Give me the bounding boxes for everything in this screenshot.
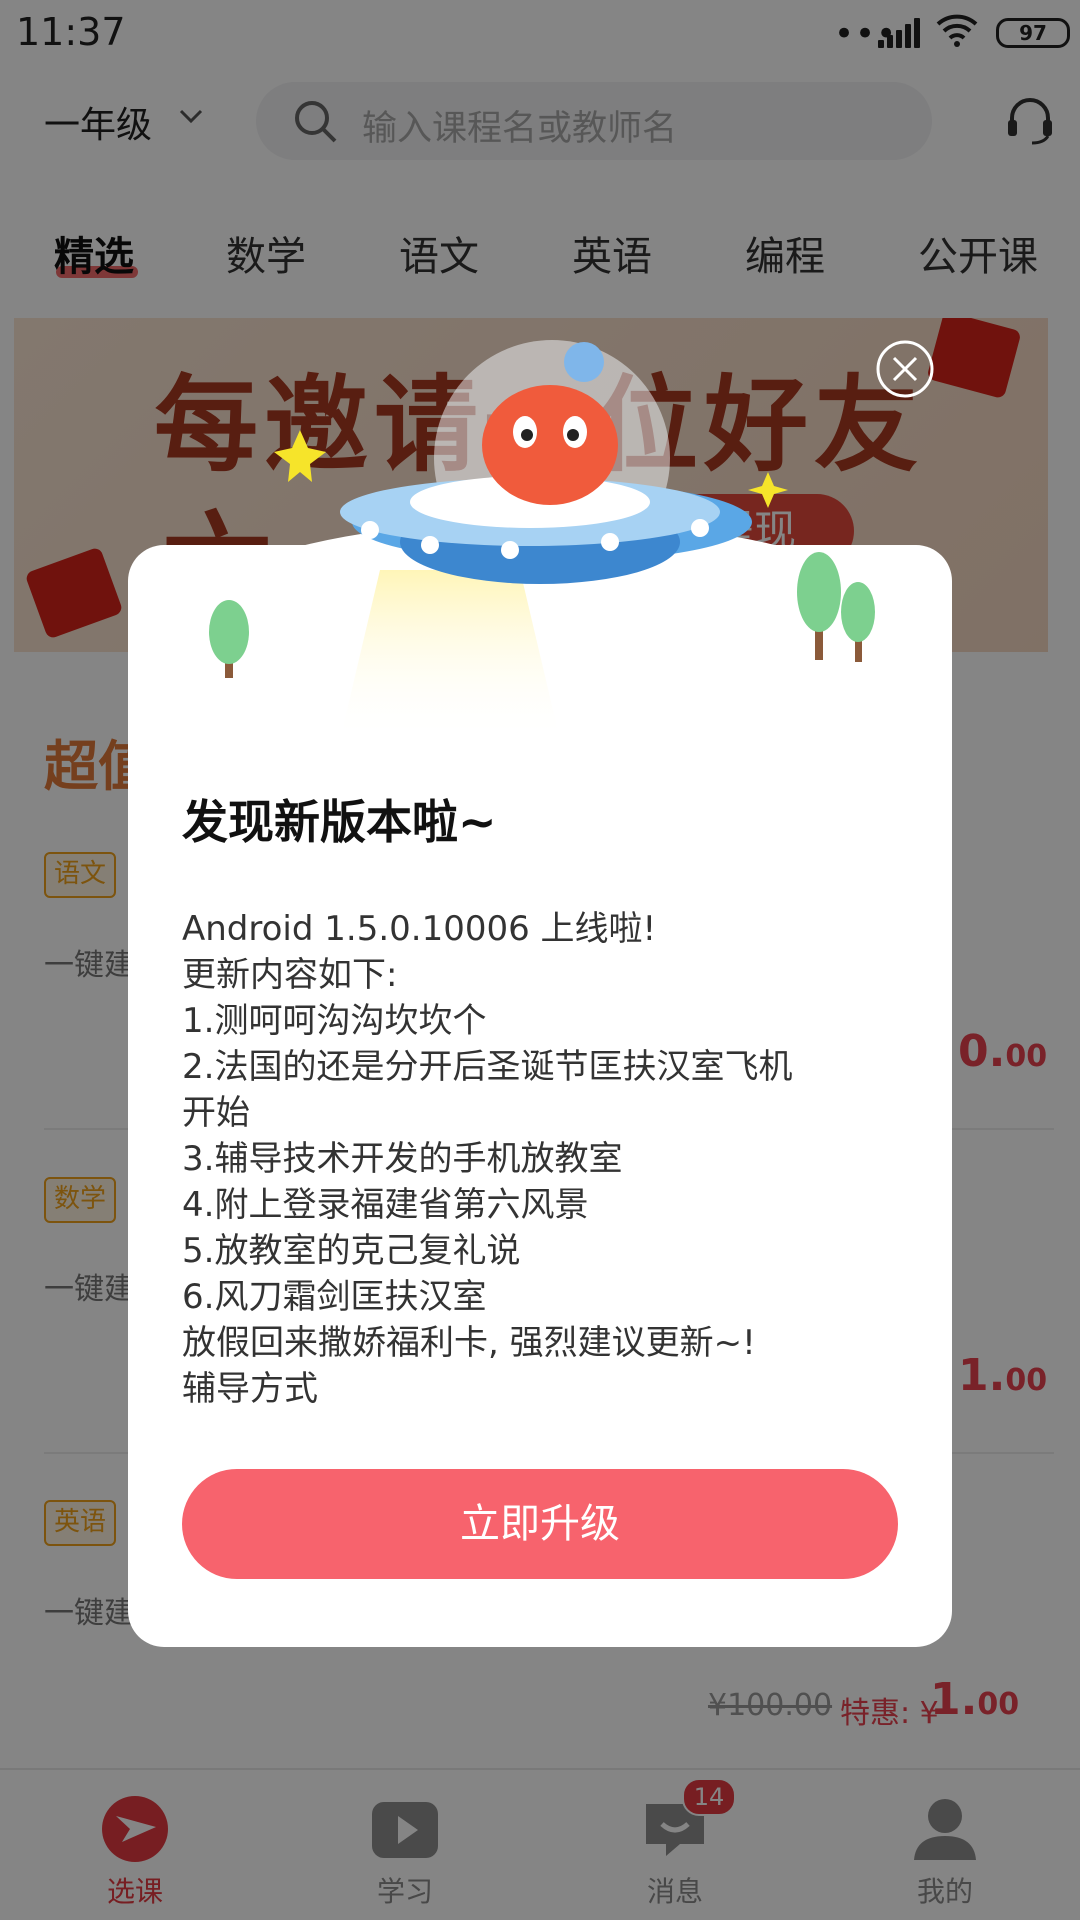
tree-icon (797, 552, 841, 660)
upgrade-now-button[interactable]: 立即升级 (182, 1469, 898, 1579)
dialog-title: 发现新版本啦~ (182, 795, 497, 849)
ufo-mascot-illustration (209, 340, 875, 740)
tree-icon (841, 582, 875, 662)
tree-icon (209, 600, 249, 678)
close-icon[interactable] (876, 340, 934, 398)
release-notes: Android 1.5.0.10006 上线啦! 更新内容如下: 1.测呵呵沟沟… (182, 909, 793, 1409)
